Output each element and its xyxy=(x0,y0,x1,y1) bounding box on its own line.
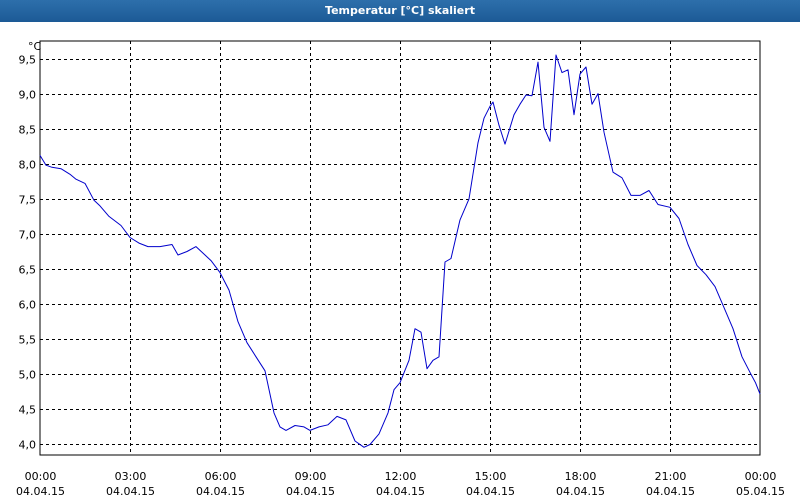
y-tick-label: 4,0 xyxy=(19,439,37,452)
x-tick-date-label: 04.04.15 xyxy=(466,485,515,498)
y-tick-label: 8,5 xyxy=(19,124,37,137)
x-tick-time-label: 15:00 xyxy=(475,470,507,483)
x-tick-time-label: 18:00 xyxy=(565,470,597,483)
x-tick-time-label: 03:00 xyxy=(115,470,147,483)
y-tick-label: 5,0 xyxy=(19,369,37,382)
y-tick-label: 6,0 xyxy=(19,299,37,312)
temperature-chart: 4,0 4,5 5,0 5,5 6,0 6,5 7,0 7,5 8,0 8,5 9,0 9,5 00:0… xyxy=(16,40,785,498)
x-tick-date-label: 04.04.15 xyxy=(106,485,155,498)
x-tick-time-label: 00:00 xyxy=(25,470,57,483)
y-tick-label: 4,5 xyxy=(19,404,37,417)
y-tick-label: 5,5 xyxy=(19,334,37,347)
x-tick-date-label: 04.04.15 xyxy=(376,485,425,498)
x-tick-date-label: 04.04.15 xyxy=(646,485,695,498)
y-tick-label: 8,0 xyxy=(19,159,37,172)
x-tick-date-label: 04.04.15 xyxy=(16,485,65,498)
y-tick-label: 9,0 xyxy=(19,89,37,102)
x-tick-time-label: 06:00 xyxy=(205,470,237,483)
y-tick-label: 7,0 xyxy=(19,229,37,242)
x-tick-date-label: 05.04.15 xyxy=(736,485,785,498)
x-tick-time-label: 00:00 xyxy=(745,470,777,483)
y-tick-label: 9,5 xyxy=(19,54,37,67)
x-tick-time-label: 12:00 xyxy=(385,470,417,483)
window-title: Temperatur [°C] skaliert xyxy=(0,0,800,22)
x-tick-date-label: 04.04.15 xyxy=(556,485,605,498)
x-tick-time-label: 09:00 xyxy=(295,470,327,483)
y-tick-label: 6,5 xyxy=(19,264,37,277)
y-tick-label: 7,5 xyxy=(19,194,37,207)
chart-window: Temperatur [°C] skaliert 4,0 4,5 5,0 5,5 6,0… xyxy=(0,0,800,500)
y-axis-unit-label: °C xyxy=(28,40,42,53)
x-tick-date-label: 04.04.15 xyxy=(286,485,335,498)
x-tick-date-label: 04.04.15 xyxy=(196,485,245,498)
x-tick-time-label: 21:00 xyxy=(655,470,687,483)
